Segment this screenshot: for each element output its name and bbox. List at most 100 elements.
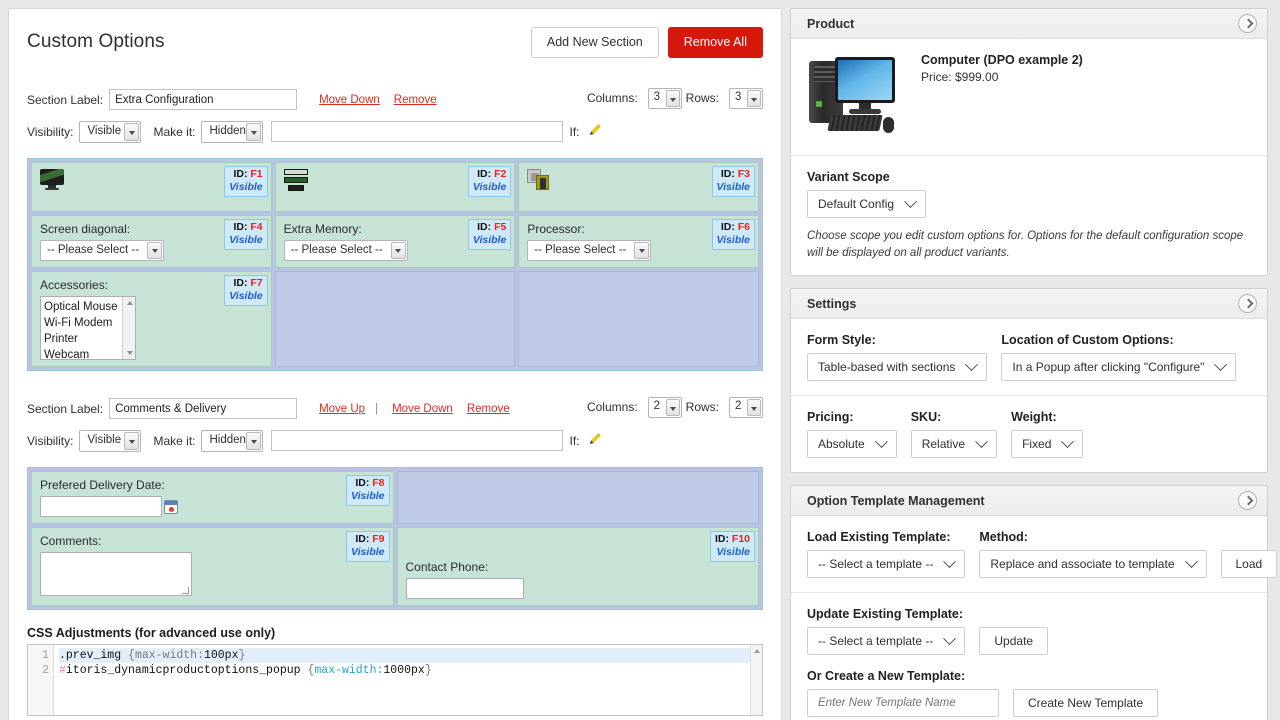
section-label-input[interactable] <box>109 89 298 110</box>
option-id-value: F4 <box>250 220 263 233</box>
pricing-group: Pricing: Absolute <box>807 410 897 459</box>
editor-line-2: #itoris_dynamicproductoptions_popup {max… <box>59 663 762 678</box>
option-cell-F9[interactable]: Comments: ID: F9 Visible <box>31 526 394 606</box>
add-new-section-button[interactable]: Add New Section <box>530 27 659 58</box>
update-button[interactable]: Update <box>979 627 1049 656</box>
section-label-caption: Section Label: <box>27 92 104 107</box>
option-cell-empty[interactable] <box>274 270 516 367</box>
create-new-template-button[interactable]: Create New Template <box>1013 689 1159 718</box>
form-style-select[interactable]: Table-based with sections <box>807 353 988 382</box>
accessories-multiselect[interactable]: Optical Mouse Wi-Fi Modem Printer Webcam <box>40 295 136 360</box>
scrollbar[interactable] <box>122 296 135 359</box>
location-select[interactable]: In a Popup after clicking "Configure" <box>1001 353 1237 382</box>
option-visibility-state: Visible <box>229 233 263 246</box>
product-panel-header[interactable]: Product <box>791 9 1267 39</box>
condition-input[interactable] <box>271 121 564 142</box>
calendar-icon[interactable] <box>164 500 178 515</box>
load-button[interactable]: Load <box>1220 550 1278 579</box>
update-create-template-section: Update Existing Template: -- Select a te… <box>791 592 1267 720</box>
make-it-caption: Make it: <box>153 433 196 448</box>
chevron-right-icon[interactable] <box>1238 491 1257 511</box>
extra-memory-select[interactable]: -- Please Select -- <box>283 239 408 261</box>
visibility-value: Visible <box>87 433 122 446</box>
settings-panel-title: Settings <box>807 296 857 311</box>
css-brace: { <box>128 648 135 662</box>
pencil-icon[interactable] <box>588 432 601 449</box>
section-2-option-grid: Prefered Delivery Date: ID: F8 Visible C… <box>27 466 763 610</box>
option-cell-empty[interactable] <box>518 270 759 367</box>
visibility-select[interactable]: Visible <box>79 120 142 143</box>
option-id-badge: ID: F2 Visible <box>467 165 512 197</box>
pricing-select[interactable]: Absolute <box>807 430 897 459</box>
css-code-editor[interactable]: 1 2 .prev_img {max-width:100px} #itoris_… <box>27 643 763 716</box>
option-cell-F4[interactable]: Screen diagonal: -- Please Select -- ID:… <box>31 214 272 268</box>
option-cell-F10[interactable]: Contact Phone: ID: F10 Visible <box>396 526 759 606</box>
load-template-select[interactable]: -- Select a template -- <box>807 550 966 579</box>
chevron-right-icon[interactable] <box>1238 294 1257 314</box>
pencil-icon[interactable] <box>588 123 601 140</box>
option-cell-F5[interactable]: Extra Memory: -- Please Select -- ID: F5… <box>274 214 516 268</box>
rows-caption: Rows: <box>685 91 719 105</box>
option-cell-F3[interactable]: ID: F3 Visible <box>518 161 759 212</box>
product-panel: Product Computer (DPO example 2) Price: … <box>790 8 1268 277</box>
remove-all-button[interactable]: Remove All <box>667 27 763 58</box>
weight-select[interactable]: Fixed <box>1011 430 1084 459</box>
method-select[interactable]: Replace and associate to template <box>979 550 1207 579</box>
product-price: Price: $999.00 <box>921 70 999 84</box>
form-style-label: Form Style: <box>807 333 876 348</box>
columns-caption: Columns: <box>586 400 638 414</box>
option-label: Prefered Delivery Date: <box>40 477 165 492</box>
condition-input[interactable] <box>271 430 564 451</box>
section-remove-link[interactable]: Remove <box>467 403 510 415</box>
css-colon: : <box>197 648 204 662</box>
option-visibility-state: Visible <box>229 289 263 302</box>
product-panel-body: Computer (DPO example 2) Price: $999.00 <box>791 39 1267 155</box>
processor-select[interactable]: -- Please Select -- <box>527 239 652 261</box>
rows-select[interactable]: 3 <box>729 87 763 109</box>
section-label-input[interactable] <box>109 398 298 419</box>
chevron-down-icon <box>747 89 761 107</box>
chevron-right-icon[interactable] <box>1238 14 1257 33</box>
delivery-date-input[interactable] <box>40 495 162 517</box>
option-label: Contact Phone: <box>405 559 489 574</box>
screen-diagonal-select[interactable]: -- Please Select -- <box>40 239 165 261</box>
templates-panel-header[interactable]: Option Template Management <box>791 486 1267 517</box>
columns-select[interactable]: 3 <box>647 87 682 109</box>
option-cell-F8[interactable]: Prefered Delivery Date: ID: F8 Visible <box>31 470 394 524</box>
variant-scope-value: Default Config <box>818 197 895 211</box>
chevron-down-icon <box>147 241 163 259</box>
variant-scope-select[interactable]: Default Config <box>807 190 927 218</box>
comments-textarea[interactable] <box>40 551 192 596</box>
editor-scrollbar[interactable] <box>750 644 762 715</box>
product-name: Computer (DPO example 2) <box>921 53 1083 67</box>
columns-select[interactable]: 2 <box>647 396 682 418</box>
variant-scope-note: Choose scope you edit custom options for… <box>807 230 1244 259</box>
editor-body[interactable]: .prev_img {max-width:100px} #itoris_dyna… <box>55 645 762 678</box>
method-label: Method: <box>979 530 1028 545</box>
option-cell-F2[interactable]: ID: F2 Visible <box>274 161 516 212</box>
weight-label: Weight: <box>1011 410 1057 425</box>
create-template-label: Or Create a New Template: <box>807 669 966 684</box>
section-remove-link[interactable]: Remove <box>394 94 437 106</box>
section-grid-size-controls: Columns: 2 Rows: 2 <box>586 396 763 418</box>
settings-panel: Settings Form Style: Table-based with se… <box>790 288 1268 474</box>
option-cell-F6[interactable]: Processor: -- Please Select -- ID: F6 Vi… <box>518 214 759 268</box>
line-number: 1 <box>42 648 49 662</box>
chevron-down-icon <box>943 632 957 645</box>
option-cell-empty[interactable] <box>396 470 759 524</box>
option-cell-F7[interactable]: Accessories: Optical Mouse Wi-Fi Modem P… <box>31 270 272 367</box>
rows-select[interactable]: 2 <box>729 396 763 418</box>
update-template-select[interactable]: -- Select a template -- <box>807 627 966 656</box>
settings-panel-header[interactable]: Settings <box>791 289 1267 320</box>
section-move-up-link[interactable]: Move Up <box>319 403 365 415</box>
make-it-select[interactable]: Hidden <box>201 120 264 143</box>
visibility-select[interactable]: Visible <box>79 429 142 452</box>
new-template-name-input[interactable] <box>807 689 999 718</box>
sku-select[interactable]: Relative <box>910 430 998 459</box>
contact-phone-input[interactable] <box>405 577 524 599</box>
chevron-down-icon <box>124 431 140 450</box>
section-move-down-link[interactable]: Move Down <box>319 94 380 106</box>
section-move-down-link[interactable]: Move Down <box>392 403 453 415</box>
make-it-select[interactable]: Hidden <box>201 429 264 452</box>
option-cell-F1[interactable]: ID: F1 Visible <box>31 161 272 212</box>
